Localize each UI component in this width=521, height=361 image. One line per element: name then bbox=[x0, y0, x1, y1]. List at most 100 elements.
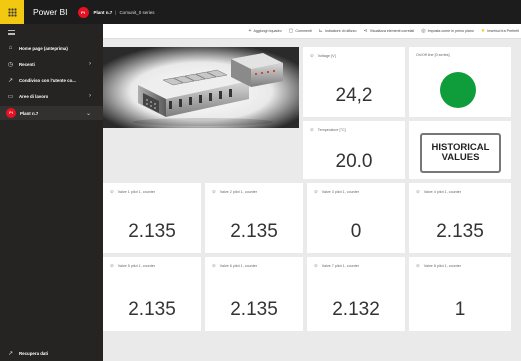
historical-line2: VALUES bbox=[441, 152, 480, 163]
valve-1-tile[interactable]: ⊘ Valve 1 pilot 1, counter 2.135 bbox=[103, 183, 201, 253]
chevron-down-icon: ⌄ bbox=[85, 110, 91, 117]
set-featured-button[interactable]: ◎ Imposta come in primo piano bbox=[421, 28, 474, 34]
tile-title-text: On/Off line [0 series] bbox=[416, 53, 450, 57]
sidebar-item-label: Aree di lavoro bbox=[19, 93, 49, 99]
sidebar-item-home[interactable]: ⌂ Home page (anteprima) bbox=[0, 41, 103, 55]
sidebar-item-recent[interactable]: ◷ Recenti › bbox=[0, 57, 103, 71]
app-title[interactable]: Power BI bbox=[33, 7, 68, 17]
action-label: Imposta come in primo piano bbox=[427, 29, 474, 33]
tile-title: ⊘ Valve 4 pilot 1, counter bbox=[416, 189, 461, 195]
sidebar-item-label: Condiviso con l'utente co... bbox=[19, 77, 76, 83]
related-items-button[interactable]: ⋖ Visualizza elementi correlati bbox=[364, 28, 415, 34]
home-icon: ⌂ bbox=[8, 45, 13, 51]
pin-icon: ⊘ bbox=[110, 189, 114, 194]
pin-icon: ⊘ bbox=[314, 189, 318, 194]
app-launcher-button[interactable] bbox=[0, 0, 24, 24]
valve-4-tile[interactable]: ⊘ Valve 4 pilot 1, counter 2.135 bbox=[409, 183, 511, 253]
product-image-tile[interactable] bbox=[103, 47, 299, 128]
comments-button[interactable]: ▢ Commenti bbox=[289, 28, 312, 34]
usage-metrics-button[interactable]: ⊾ Indicatore di utilizzo bbox=[319, 28, 357, 34]
tile-title: ⊘ Valve 7 pilot 1, counter bbox=[314, 263, 359, 269]
get-data-button[interactable]: ↗ Recupera dati bbox=[0, 346, 103, 360]
tile-title: ⊘ Voltage [V] bbox=[310, 53, 336, 59]
historical-values-tile[interactable]: HISTORICAL VALUES bbox=[409, 121, 511, 179]
temperature-tile[interactable]: ⊘ Temperature [°C] 20.0 bbox=[303, 121, 405, 179]
tile-title: On/Off line [0 series] bbox=[416, 53, 450, 57]
valve-counter-value: 2.135 bbox=[128, 221, 176, 242]
tile-title-text: Valve 6 pilot 1, counter bbox=[219, 264, 258, 268]
tile-title-text: Valve 3 pilot 1, counter bbox=[321, 190, 360, 194]
pin-icon: ⊘ bbox=[212, 263, 216, 268]
shared-icon: ↗ bbox=[7, 77, 14, 84]
pin-icon: ⊘ bbox=[416, 189, 420, 194]
action-label: Indicatore di utilizzo bbox=[324, 29, 357, 33]
tile-title: ⊘ Valve 1 pilot 1, counter bbox=[110, 189, 155, 195]
breadcrumb-separator: | bbox=[115, 9, 117, 15]
action-label: Inserisci tra Preferiti bbox=[487, 29, 519, 33]
get-data-label: Recupera dati bbox=[19, 350, 49, 356]
workspace-avatar: Pl bbox=[6, 108, 16, 118]
pin-icon: ◎ bbox=[421, 28, 426, 34]
dashboard-action-bar: + Aggiungi riquadro ▢ Commenti ⊾ Indicat… bbox=[103, 24, 521, 39]
valve-counter-value: 2.135 bbox=[436, 221, 484, 242]
waffle-icon bbox=[7, 7, 17, 17]
temperature-value: 20.0 bbox=[335, 151, 373, 172]
voltage-value: 24,2 bbox=[335, 85, 373, 106]
historical-values-button[interactable]: HISTORICAL VALUES bbox=[420, 133, 501, 173]
chevron-right-icon: › bbox=[89, 61, 91, 67]
pin-icon: ⊘ bbox=[310, 127, 314, 132]
pin-icon: ⊘ bbox=[110, 263, 114, 268]
dashboard-canvas: ⊘ Voltage [V] 24,2 On/Off line [0 series… bbox=[103, 39, 521, 361]
favorite-button[interactable]: ★ Inserisci tra Preferiti bbox=[481, 28, 519, 34]
breadcrumb-dashboard[interactable]: Comunit_0 series bbox=[119, 10, 154, 15]
hamburger-menu-icon[interactable] bbox=[8, 30, 15, 35]
pin-icon: ⊘ bbox=[416, 263, 420, 268]
metrics-icon: ⊾ bbox=[318, 28, 323, 34]
tile-title-text: Valve 1 pilot 1, counter bbox=[117, 190, 156, 194]
breadcrumb-workspace[interactable]: Plant n.7 bbox=[94, 10, 113, 15]
plus-icon: + bbox=[248, 28, 252, 34]
sidebar-item-label: Home page (anteprima) bbox=[19, 45, 68, 51]
add-tile-button[interactable]: + Aggiungi riquadro bbox=[249, 28, 282, 34]
pin-icon: ⊘ bbox=[314, 263, 318, 268]
related-icon: ⋖ bbox=[363, 28, 368, 34]
onoff-tile[interactable]: On/Off line [0 series] bbox=[409, 47, 511, 117]
action-label: Aggiungi riquadro bbox=[253, 29, 282, 33]
valve-8-tile[interactable]: ⊘ Valve 8 pilot 1, counter 1 bbox=[409, 257, 511, 331]
voltage-tile[interactable]: ⊘ Voltage [V] 24,2 bbox=[303, 47, 405, 117]
valve-counter-value: 2.132 bbox=[332, 299, 380, 320]
valve-3-tile[interactable]: ⊘ Valve 3 pilot 1, counter 0 bbox=[307, 183, 405, 253]
workspace-avatar: Pl bbox=[77, 6, 89, 18]
sidebar-item-shared[interactable]: ↗ Condiviso con l'utente co... bbox=[0, 73, 103, 87]
arrow-up-right-icon: ↗ bbox=[7, 350, 14, 357]
pin-icon: ⊘ bbox=[212, 189, 216, 194]
tile-title-text: Valve 8 pilot 1, counter bbox=[423, 264, 462, 268]
sidebar-item-plant[interactable]: Pl Plant n.7 ⌄ bbox=[0, 106, 103, 120]
valve-7-tile[interactable]: ⊘ Valve 7 pilot 1, counter 2.132 bbox=[307, 257, 405, 331]
sidebar-item-label: Recenti bbox=[19, 61, 35, 67]
valve-counter-value: 1 bbox=[454, 299, 466, 320]
action-label: Commenti bbox=[295, 29, 312, 33]
valve-5-tile[interactable]: ⊘ Valve 5 pilot 1, counter 2.135 bbox=[103, 257, 201, 331]
tile-title: ⊘ Valve 5 pilot 1, counter bbox=[110, 263, 155, 269]
sidebar-item-workspaces[interactable]: ▭ Aree di lavoro › bbox=[0, 89, 103, 103]
tile-title: ⊘ Valve 2 pilot 1, counter bbox=[212, 189, 257, 195]
valve-6-tile[interactable]: ⊘ Valve 6 pilot 1, counter 2.135 bbox=[205, 257, 303, 331]
sidebar-item-label: Plant n.7 bbox=[20, 110, 39, 116]
valve-counter-value: 2.135 bbox=[230, 221, 278, 242]
clock-icon: ◷ bbox=[7, 61, 14, 68]
tile-title-text: Valve 7 pilot 1, counter bbox=[321, 264, 360, 268]
tile-title-text: Voltage [V] bbox=[317, 54, 336, 58]
workspaces-icon: ▭ bbox=[7, 93, 14, 100]
valve-2-tile[interactable]: ⊘ Valve 2 pilot 1, counter 2.135 bbox=[205, 183, 303, 253]
comment-icon: ▢ bbox=[288, 28, 294, 34]
tile-title: ⊘ Temperature [°C] bbox=[310, 127, 346, 133]
chevron-right-icon: › bbox=[89, 93, 91, 99]
valve-counter-value: 0 bbox=[350, 221, 362, 242]
status-indicator bbox=[440, 72, 476, 108]
tile-title: ⊘ Valve 3 pilot 1, counter bbox=[314, 189, 359, 195]
tile-title: ⊘ Valve 8 pilot 1, counter bbox=[416, 263, 461, 269]
valve-counter-value: 2.135 bbox=[128, 299, 176, 320]
tile-title-text: Temperature [°C] bbox=[317, 128, 346, 132]
sidebar: ⌂ Home page (anteprima) ◷ Recenti › ↗ Co… bbox=[0, 24, 103, 361]
